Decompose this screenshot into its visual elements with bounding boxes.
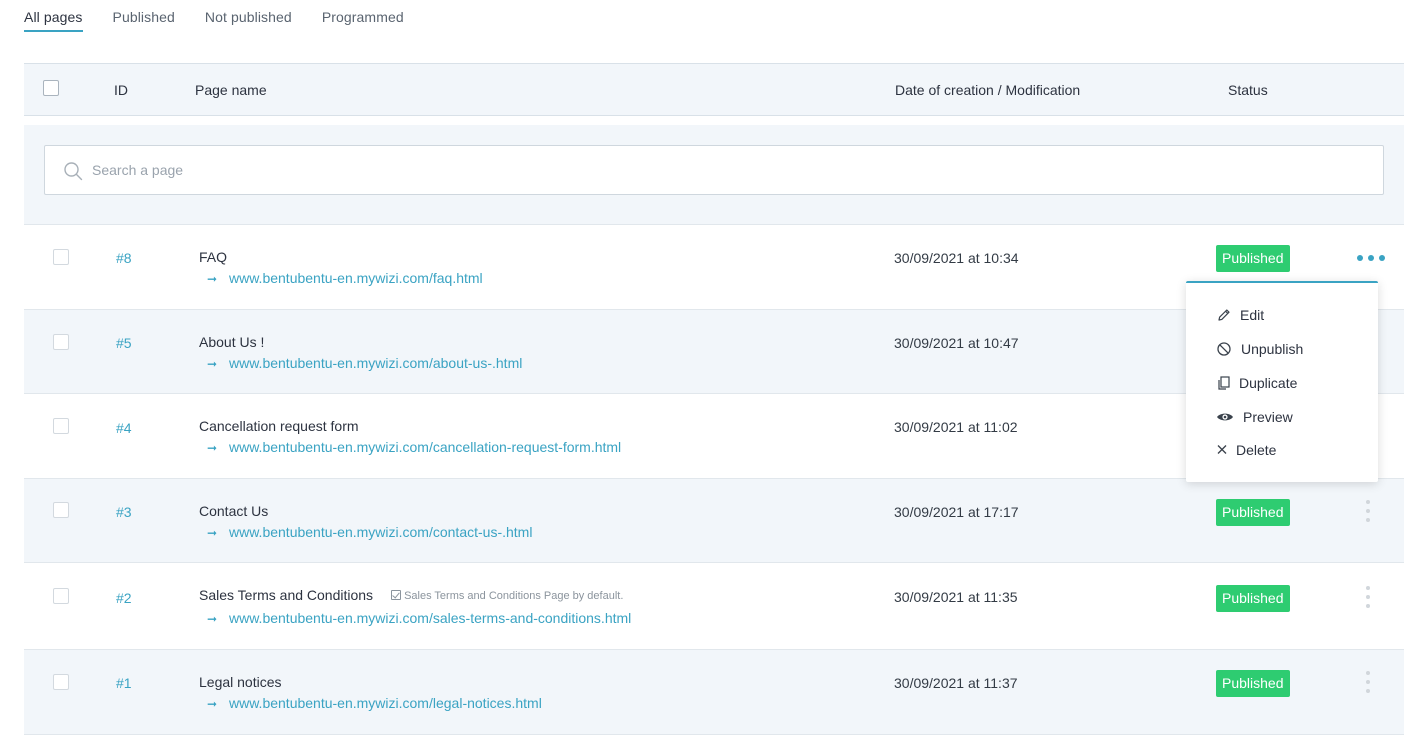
row-id[interactable]: #8	[116, 250, 132, 266]
row-id[interactable]: #2	[116, 590, 132, 606]
row-date: 30/09/2021 at 11:02	[894, 419, 1018, 435]
row-checkbox[interactable]	[53, 418, 69, 434]
arrow-right-icon: ➞	[207, 612, 218, 626]
row-actions-menu: Edit Unpublish Duplicate Preview Delete	[1186, 281, 1378, 482]
tab-programmed[interactable]: Programmed	[322, 0, 404, 32]
ban-icon	[1217, 342, 1231, 356]
arrow-right-icon: ➞	[207, 272, 218, 286]
header-status: Status	[1228, 82, 1268, 98]
arrow-right-icon: ➞	[207, 526, 218, 540]
row-checkbox[interactable]	[53, 334, 69, 350]
status-badge: Published	[1216, 670, 1290, 697]
row-id[interactable]: #1	[116, 675, 132, 691]
row-checkbox[interactable]	[53, 674, 69, 690]
table-row[interactable]: #1 Legal notices ➞ www.bentubentu-en.mywi…	[24, 650, 1404, 735]
row-id[interactable]: #4	[116, 420, 132, 436]
eye-icon	[1217, 413, 1233, 421]
row-page-url[interactable]: ➞ www.bentubentu-en.mywizi.com/sales-term…	[207, 610, 631, 626]
row-page-url[interactable]: ➞ www.bentubentu-en.mywizi.com/legal-noti…	[207, 695, 542, 711]
row-date: 30/09/2021 at 10:47	[894, 335, 1019, 351]
more-actions-icon[interactable]	[1357, 252, 1385, 262]
row-checkbox[interactable]	[53, 588, 69, 604]
row-checkbox[interactable]	[53, 249, 69, 265]
row-page-name: About Us !	[199, 334, 265, 350]
menu-item-preview[interactable]: Preview	[1216, 407, 1293, 427]
table-row[interactable]: #2 Sales Terms and Conditions Sales Terms…	[24, 563, 1404, 650]
row-date: 30/09/2021 at 11:37	[894, 675, 1018, 691]
tab-not-published[interactable]: Not published	[205, 0, 292, 32]
row-checkbox[interactable]	[53, 502, 69, 518]
row-date: 30/09/2021 at 11:35	[894, 589, 1018, 605]
default-page-note: Sales Terms and Conditions Page by defau…	[391, 590, 623, 602]
row-page-url[interactable]: ➞ www.bentubentu-en.mywizi.com/cancellati…	[207, 439, 621, 455]
copy-icon	[1218, 376, 1230, 390]
tab-all-pages[interactable]: All pages	[24, 0, 83, 32]
row-id[interactable]: #3	[116, 504, 132, 520]
more-actions-icon[interactable]	[1365, 586, 1371, 612]
header-id: ID	[114, 82, 128, 98]
row-page-name: Contact Us	[199, 503, 269, 519]
status-badge: Published	[1216, 245, 1290, 272]
more-actions-icon[interactable]	[1365, 500, 1371, 526]
header-date: Date of creation / Modification	[895, 82, 1081, 98]
status-badge: Published	[1216, 499, 1290, 526]
search-icon	[64, 162, 83, 181]
row-page-url[interactable]: ➞ www.bentubentu-en.mywizi.com/about-us-.…	[207, 355, 522, 371]
menu-item-duplicate[interactable]: Duplicate	[1216, 373, 1297, 393]
select-all-checkbox[interactable]	[43, 80, 59, 96]
pencil-icon	[1218, 309, 1230, 321]
status-badge: Published	[1216, 585, 1290, 612]
table-row[interactable]: #3 Contact Us ➞ www.bentubentu-en.mywizi.…	[24, 479, 1404, 563]
menu-item-unpublish[interactable]: Unpublish	[1216, 339, 1303, 359]
search-bar-area	[24, 125, 1404, 225]
checkbox-checked-icon	[391, 590, 402, 600]
more-actions-icon[interactable]	[1365, 671, 1371, 697]
row-page-name: Cancellation request form	[199, 418, 359, 434]
row-page-name: Legal notices	[199, 674, 282, 690]
row-page-url[interactable]: ➞ www.bentubentu-en.mywizi.com/contact-us…	[207, 524, 532, 540]
page-filter-tabs: All pages Published Not published Progra…	[24, 0, 434, 32]
arrow-right-icon: ➞	[207, 357, 218, 371]
row-page-url[interactable]: ➞ www.bentubentu-en.mywizi.com/faq.html	[207, 270, 483, 286]
arrow-right-icon: ➞	[207, 441, 218, 455]
menu-item-delete[interactable]: Delete	[1216, 440, 1276, 460]
row-date: 30/09/2021 at 10:34	[894, 250, 1019, 266]
row-page-name: Sales Terms and Conditions Sales Terms an…	[199, 587, 624, 603]
header-page-name: Page name	[195, 82, 267, 98]
row-date: 30/09/2021 at 17:17	[894, 504, 1019, 520]
menu-item-edit[interactable]: Edit	[1216, 305, 1264, 325]
table-header: ID Page name Date of creation / Modifica…	[24, 63, 1404, 116]
tab-published[interactable]: Published	[113, 0, 175, 32]
close-icon	[1217, 445, 1227, 454]
search-box	[44, 145, 1384, 195]
search-input[interactable]	[92, 146, 1362, 194]
row-page-name: FAQ	[199, 249, 228, 265]
row-id[interactable]: #5	[116, 335, 132, 351]
arrow-right-icon: ➞	[207, 697, 218, 711]
